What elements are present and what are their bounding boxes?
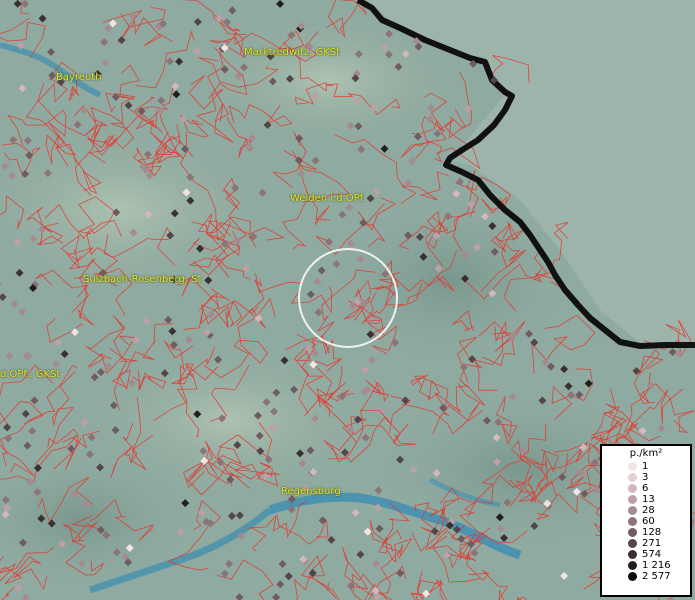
density-legend: p./km² 1 3 6 13 28 60 128 271 574 1 216 2 577 bbox=[600, 444, 692, 597]
place-label-sulzbach-rosenberg: Sulzbach-Rosenberg, St bbox=[83, 274, 202, 285]
map-canvas[interactable] bbox=[0, 0, 695, 600]
legend-value: 28 bbox=[642, 505, 655, 516]
legend-entry: 28 bbox=[602, 505, 690, 516]
legend-entry: 13 bbox=[602, 494, 690, 505]
legend-entry: 6 bbox=[602, 483, 690, 494]
map-view[interactable]: Marktredwitz, GKSt Bayreuth Weiden i.d.O… bbox=[0, 0, 695, 600]
legend-value: 3 bbox=[642, 472, 649, 483]
legend-value: 2 577 bbox=[642, 571, 671, 582]
legend-swatch bbox=[628, 495, 637, 504]
legend-entry: 2 577 bbox=[602, 571, 690, 582]
legend-swatch bbox=[628, 539, 637, 548]
legend-swatch bbox=[628, 473, 637, 482]
legend-entry: 128 bbox=[602, 527, 690, 538]
legend-entries: 1 3 6 13 28 60 128 271 574 1 216 2 577 bbox=[602, 461, 690, 582]
legend-value: 271 bbox=[642, 538, 662, 549]
legend-entry: 3 bbox=[602, 472, 690, 483]
legend-value: 128 bbox=[642, 527, 662, 538]
legend-value: 60 bbox=[642, 516, 655, 527]
legend-entry: 1 bbox=[602, 461, 690, 472]
legend-value: 6 bbox=[642, 483, 649, 494]
place-label-weiden: Weiden i.d.OPf. bbox=[290, 193, 366, 204]
legend-entry: 60 bbox=[602, 516, 690, 527]
legend-swatch bbox=[628, 462, 637, 471]
legend-entry: 1 216 bbox=[602, 560, 690, 571]
place-label-bayreuth: Bayreuth bbox=[56, 72, 102, 83]
legend-value: 1 bbox=[642, 461, 649, 472]
legend-value: 1 216 bbox=[642, 560, 671, 571]
legend-swatch bbox=[628, 572, 637, 581]
legend-entry: 574 bbox=[602, 549, 690, 560]
legend-swatch bbox=[628, 528, 637, 537]
legend-value: 13 bbox=[642, 494, 655, 505]
legend-title: p./km² bbox=[629, 448, 663, 459]
place-label-opf: d.OPf., GKSt bbox=[0, 369, 61, 380]
place-label-marktredwitz: Marktredwitz, GKSt bbox=[244, 47, 341, 58]
legend-swatch bbox=[628, 506, 637, 515]
legend-swatch bbox=[628, 561, 637, 570]
legend-entry: 271 bbox=[602, 538, 690, 549]
legend-swatch bbox=[628, 484, 637, 493]
legend-value: 574 bbox=[642, 549, 662, 560]
legend-swatch bbox=[628, 517, 637, 526]
legend-swatch bbox=[628, 550, 637, 559]
place-label-regensburg: Regensburg bbox=[281, 486, 341, 497]
